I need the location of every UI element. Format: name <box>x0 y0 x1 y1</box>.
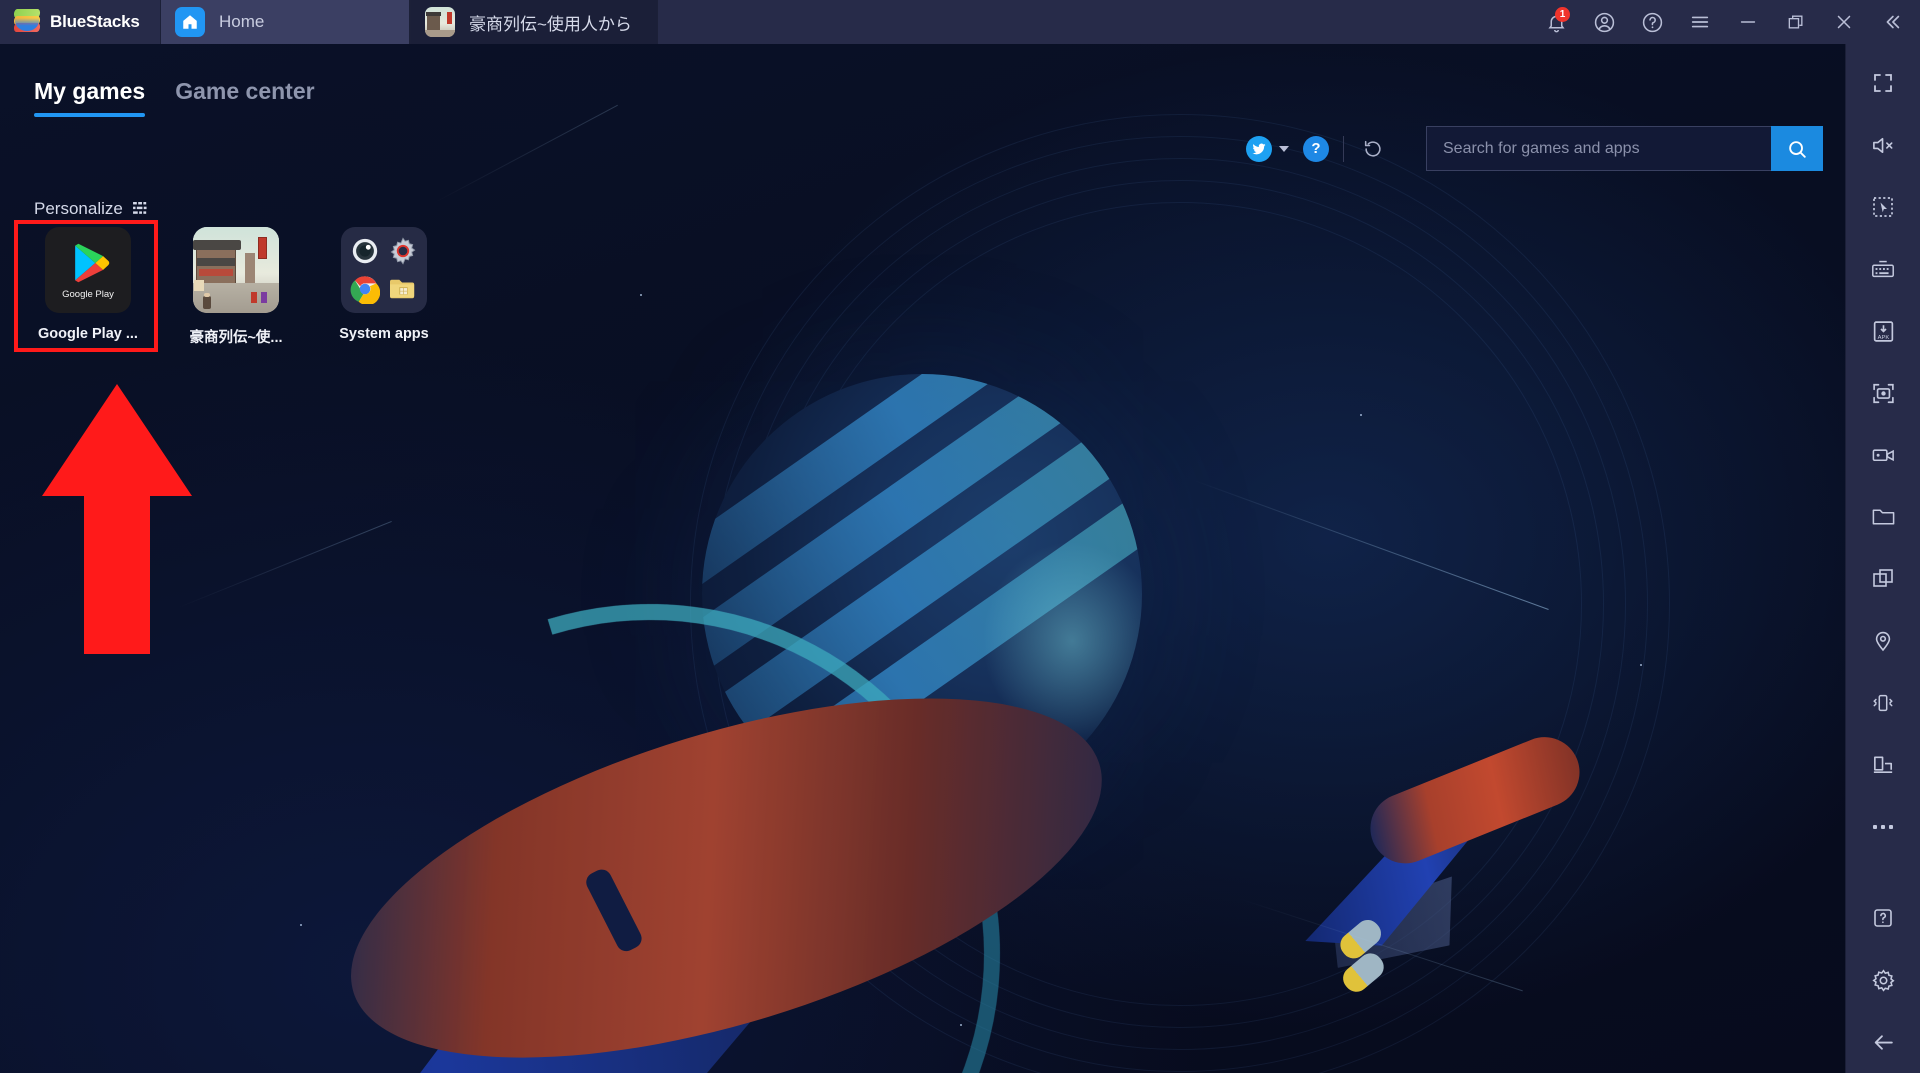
window-tabs: Home 豪商列伝~使用人から <box>160 0 658 44</box>
tools-divider <box>1343 135 1344 162</box>
titlebar-spacer <box>658 0 1532 44</box>
settings-button[interactable] <box>1846 949 1920 1011</box>
home-icon <box>175 7 205 37</box>
search-input[interactable] <box>1426 126 1771 171</box>
location-button[interactable] <box>1846 610 1920 672</box>
twitter-bird-icon <box>1246 135 1272 162</box>
title-bar: BlueStacks Home 豪商列伝~使用人から 1 <box>0 0 1920 44</box>
nav-tabs: My games Game center <box>34 78 315 117</box>
app-tile-label: System apps <box>339 326 429 342</box>
titlebar-actions: 1 <box>1532 0 1920 44</box>
notification-badge: 1 <box>1555 7 1570 22</box>
record-video-button[interactable] <box>1846 424 1920 486</box>
shake-button[interactable] <box>1846 672 1920 734</box>
close-button[interactable] <box>1820 0 1868 44</box>
tab-game-center[interactable]: Game center <box>175 78 314 117</box>
keyboard-controls-button[interactable] <box>1846 238 1920 300</box>
install-apk-button[interactable]: APK <box>1846 300 1920 362</box>
app-tile-label: Google Play ... <box>38 326 138 342</box>
japanese-town-game-icon <box>193 227 279 313</box>
back-button[interactable] <box>1846 1011 1920 1073</box>
notifications-button[interactable]: 1 <box>1532 0 1580 44</box>
refresh-button[interactable] <box>1358 134 1388 164</box>
help-button[interactable] <box>1628 0 1676 44</box>
tab-game[interactable]: 豪商列伝~使用人から <box>410 0 658 44</box>
menu-button[interactable] <box>1676 0 1724 44</box>
chevron-down-icon <box>1279 145 1289 152</box>
tool-sidebar: APK <box>1845 44 1920 1073</box>
collapse-sidebar-button[interactable] <box>1868 0 1916 44</box>
app-tile-system-apps[interactable]: System apps <box>330 227 438 347</box>
tab-home[interactable]: Home <box>160 0 410 44</box>
google-play-inner-label: Google Play <box>62 288 114 300</box>
layout-customize-icon <box>132 201 150 217</box>
screenshot-button[interactable] <box>1846 362 1920 424</box>
help-box-button[interactable] <box>1846 887 1920 949</box>
home-ui-layer: My games Game center ? Search for games … <box>0 44 1845 1073</box>
brand-name: BlueStacks <box>50 12 140 31</box>
restore-button[interactable] <box>1772 0 1820 44</box>
app-tile-grid: Google Play Google Play ... 豪商列伝~使... Sy… <box>34 227 438 347</box>
bluestacks-window: BlueStacks Home 豪商列伝~使用人から 1 My games Ga… <box>0 0 1920 1073</box>
app-tile-label: 豪商列伝~使... <box>189 330 283 346</box>
select-region-button[interactable] <box>1846 176 1920 238</box>
search-bar <box>1426 126 1823 171</box>
tab-my-games[interactable]: My games <box>34 78 146 117</box>
more-button[interactable] <box>1846 796 1920 858</box>
multi-instance-button[interactable] <box>1846 548 1920 610</box>
tab-game-center-label: Game center <box>175 78 315 104</box>
google-play-icon: Google Play <box>45 227 131 313</box>
app-tile-google-play[interactable]: Google Play Google Play ... <box>34 227 142 347</box>
account-button[interactable] <box>1580 0 1628 44</box>
brand: BlueStacks <box>0 0 160 44</box>
fullscreen-button[interactable] <box>1846 52 1920 114</box>
rotate-button[interactable] <box>1846 734 1920 796</box>
game-app-icon <box>425 7 455 37</box>
tab-home-label: Home <box>219 12 265 31</box>
gallery-lens-icon <box>350 236 380 266</box>
home-screen: My games Game center ? Search for games … <box>0 44 1845 1073</box>
twitter-button[interactable] <box>1246 135 1289 162</box>
tab-my-games-label: My games <box>34 78 146 104</box>
search-button[interactable] <box>1771 126 1823 171</box>
annotation-arrow-icon <box>42 384 192 654</box>
file-manager-icon <box>388 276 418 302</box>
settings-gear-icon <box>388 236 418 266</box>
header-tools: ? <box>1246 126 1823 171</box>
chrome-icon <box>350 274 381 304</box>
media-manager-button[interactable] <box>1846 486 1920 548</box>
help-circle-button[interactable]: ? <box>1303 135 1329 162</box>
personalize-label: Personalize <box>34 199 123 218</box>
minimize-button[interactable] <box>1724 0 1772 44</box>
tab-game-label: 豪商列伝~使用人から <box>469 14 632 34</box>
personalize-button[interactable]: Personalize <box>34 199 150 219</box>
system-apps-folder-icon <box>341 227 427 313</box>
app-tile-japanese-game[interactable]: 豪商列伝~使... <box>182 227 290 347</box>
mute-button[interactable] <box>1846 114 1920 176</box>
svg-text:APK: APK <box>1877 334 1889 340</box>
bluestacks-logo-icon <box>13 9 41 35</box>
